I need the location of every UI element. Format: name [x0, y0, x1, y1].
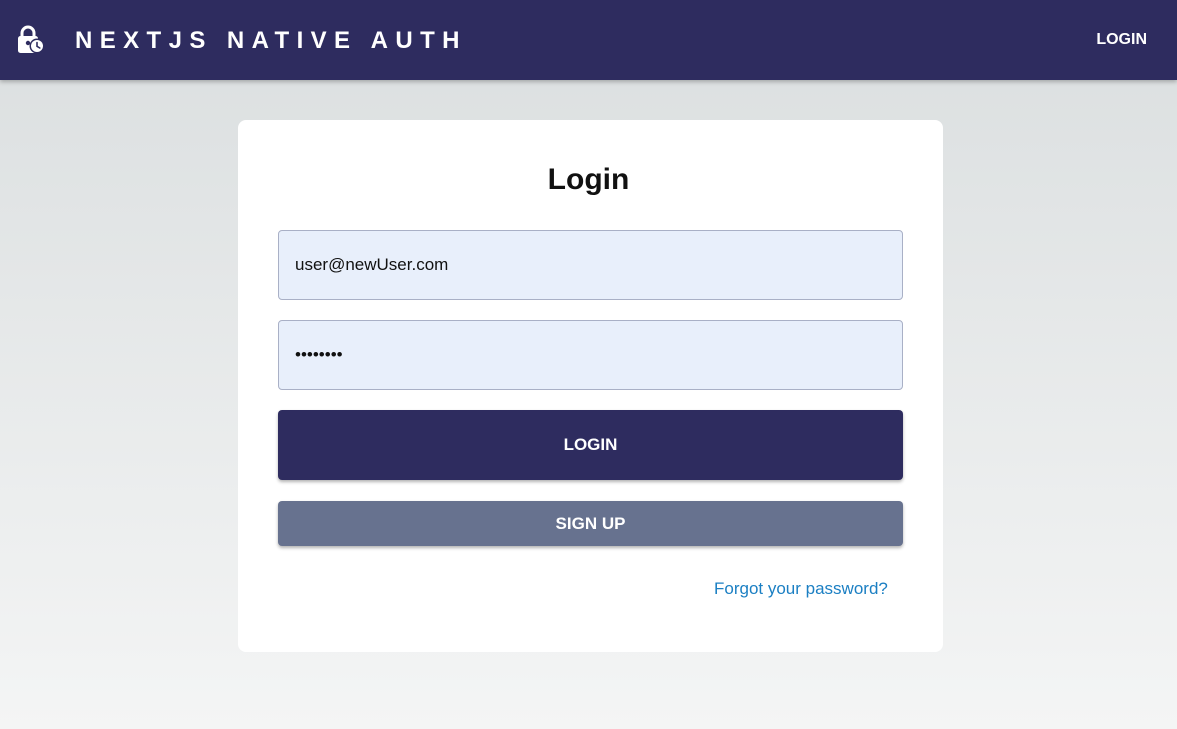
- login-button[interactable]: LOGIN: [278, 410, 903, 480]
- password-field[interactable]: [278, 320, 903, 390]
- page-title: Login: [547, 163, 630, 196]
- nav-login-button[interactable]: LOGIN: [1082, 24, 1161, 56]
- app-bar: NEXTJS NATIVE AUTH LOGIN: [0, 0, 1177, 80]
- forgot-password-link[interactable]: Forgot your password?: [714, 578, 888, 600]
- app-title: NEXTJS NATIVE AUTH: [75, 27, 467, 54]
- lock-clock-icon: [17, 25, 45, 55]
- sign-up-button[interactable]: SIGN UP: [278, 501, 903, 546]
- email-field[interactable]: [278, 230, 903, 300]
